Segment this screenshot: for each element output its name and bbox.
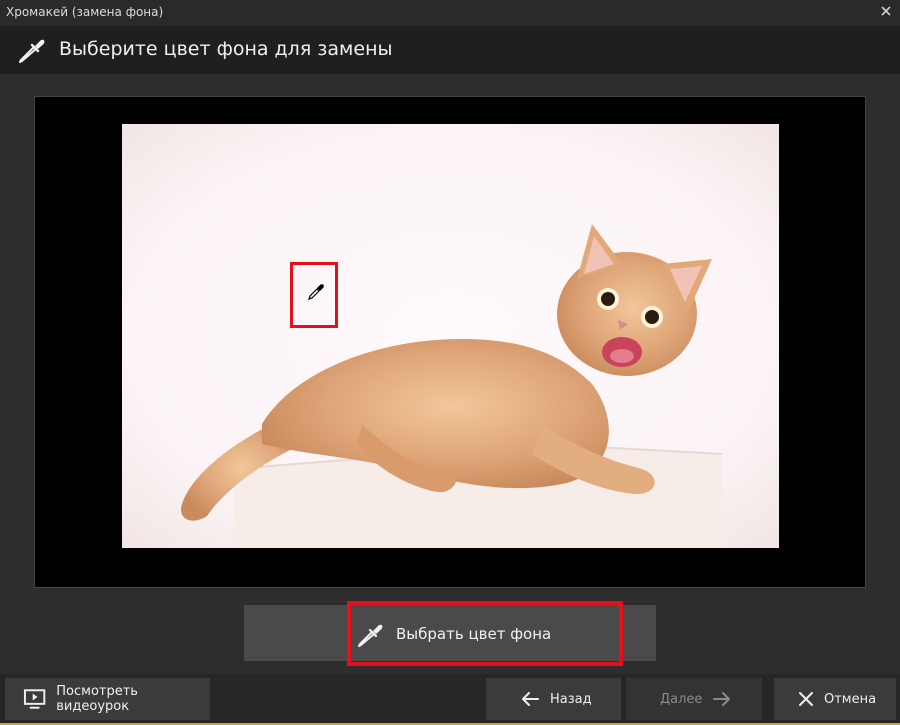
back-label: Назад [550, 691, 592, 707]
next-button[interactable]: Далее [626, 678, 762, 720]
kitten-photo[interactable] [122, 124, 779, 548]
next-label: Далее [660, 691, 703, 707]
video-tutorial-icon [23, 689, 46, 709]
window-titlebar: Хромакей (замена фона) [0, 0, 900, 26]
eyedropper-icon [356, 619, 386, 649]
arrow-right-icon [713, 692, 731, 706]
footer-bar: Посмотреть видеоурок Назад Далее Отмена [0, 674, 900, 725]
back-button[interactable]: Назад [486, 678, 621, 720]
eyedropper-icon [16, 34, 48, 66]
pick-button-label: Выбрать цвет фона [396, 625, 552, 643]
cancel-button[interactable]: Отмена [774, 678, 896, 720]
arrow-left-icon [522, 692, 539, 706]
pick-background-color-button[interactable]: Выбрать цвет фона [244, 605, 656, 661]
close-icon [799, 692, 813, 706]
close-icon[interactable] [878, 3, 894, 19]
eyedropper-cursor-icon [307, 283, 325, 305]
watch-video-tutorial-button[interactable]: Посмотреть видеоурок [5, 678, 210, 720]
color-pick-marker [290, 262, 338, 328]
header-bar: Выберите цвет фона для замены [0, 26, 900, 74]
window-title: Хромакей (замена фона) [6, 5, 164, 19]
watch-video-tutorial-label: Посмотреть видеоурок [56, 684, 138, 714]
cancel-label: Отмена [824, 691, 877, 707]
page-title: Выберите цвет фона для замены [59, 38, 393, 60]
